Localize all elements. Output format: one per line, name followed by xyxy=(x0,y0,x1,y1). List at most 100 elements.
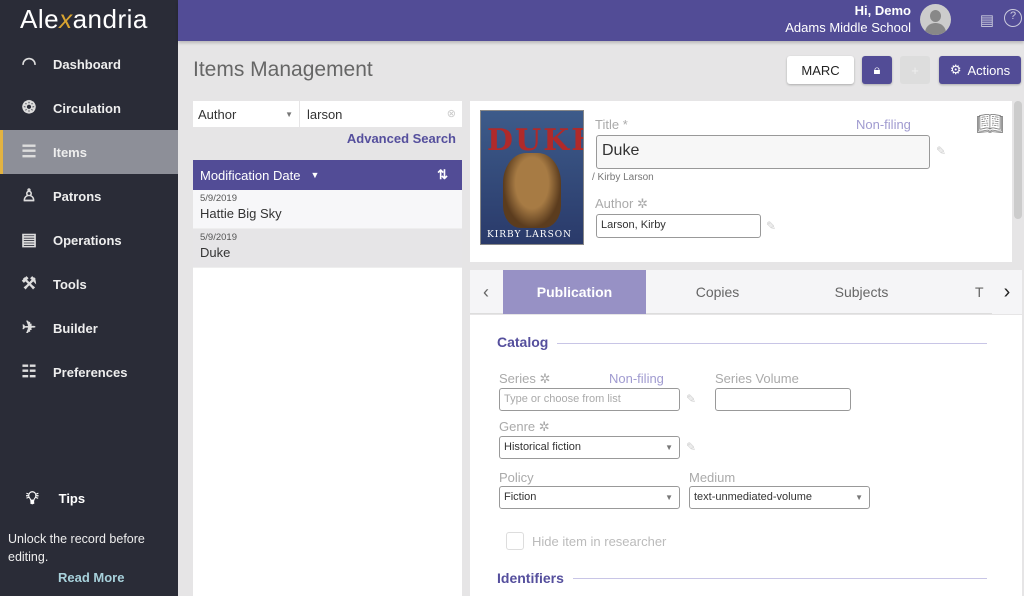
policy-select[interactable]: Fiction ▼ xyxy=(499,486,680,509)
sort-direction-icon[interactable]: ⇅ xyxy=(437,167,448,183)
item-title: Hattie Big Sky xyxy=(200,206,282,221)
user-greeting: Hi, Demo Adams Middle School xyxy=(785,3,911,35)
sliders-icon: ☷ xyxy=(21,362,37,381)
policy-value: Fiction xyxy=(504,491,537,503)
sidebar-item-tools[interactable]: ⚒ Tools xyxy=(0,262,178,306)
scrollbar[interactable] xyxy=(1014,101,1022,219)
plus-icon: + xyxy=(911,62,919,78)
genre-select[interactable]: Historical fiction ▼ xyxy=(499,436,680,459)
avatar[interactable] xyxy=(920,4,951,35)
sidebar-item-preferences[interactable]: ☷ Preferences xyxy=(0,350,178,394)
lightbulb-icon: 💡︎ xyxy=(26,488,39,508)
series-volume-label: Series Volume xyxy=(715,371,799,386)
sidebar-item-circulation[interactable]: ❂ Circulation xyxy=(0,86,178,130)
clear-icon[interactable]: ⊗ xyxy=(447,107,456,120)
tips-label: Tips xyxy=(58,491,86,506)
school-name: Adams Middle School xyxy=(785,20,911,35)
actions-button[interactable]: ⚙ Actions xyxy=(939,56,1021,84)
chevron-down-icon: ▼ xyxy=(665,443,673,452)
sidebar-item-label: Builder xyxy=(53,320,98,336)
author-label-text: Author xyxy=(595,196,634,211)
lock-button[interactable]: 🔒︎ xyxy=(862,56,892,84)
sidebar-item-patrons[interactable]: ♙ Patrons xyxy=(0,174,178,218)
author-input[interactable]: Larson, Kirby xyxy=(596,214,761,238)
sidebar-item-operations[interactable]: ▤ Operations xyxy=(0,218,178,262)
patrons-icon: ♙ xyxy=(21,186,37,205)
tip-text: Unlock the record before editing. xyxy=(8,532,145,564)
medium-label: Medium xyxy=(689,470,736,485)
sidebar-item-label: Items xyxy=(53,144,87,160)
chevron-down-icon: ▼ xyxy=(665,493,673,502)
sidebar-item-label: Preferences xyxy=(53,364,128,380)
help-icon[interactable]: ? xyxy=(1004,9,1022,27)
greeting-text: Hi, Demo xyxy=(854,3,911,18)
sidebar-item-label: Operations xyxy=(53,232,122,248)
identifiers-heading: Identifiers xyxy=(497,570,564,586)
item-date: 5/9/2019 xyxy=(200,232,237,243)
books-icon: ☰ xyxy=(21,142,37,161)
search-input[interactable]: larson ⊗ xyxy=(300,101,462,127)
hide-item-label: Hide item in researcher xyxy=(532,534,667,549)
sidebar-item-items[interactable]: ☰ Items xyxy=(0,130,178,174)
statement-of-responsibility: / Kirby Larson xyxy=(592,172,654,183)
sidebar-item-dashboard[interactable]: ◠ Dashboard xyxy=(0,42,178,86)
sort-header[interactable]: Modification Date ▼ ⇅ xyxy=(193,160,462,190)
title-input[interactable]: Duke xyxy=(596,135,930,169)
messages-icon[interactable]: ▤ xyxy=(980,11,994,29)
tab-subjects[interactable]: Subjects xyxy=(789,270,934,314)
rocket-icon: ✈ xyxy=(21,318,37,337)
author-label: Author ✲ xyxy=(595,196,648,212)
chevron-right-icon[interactable]: › xyxy=(992,270,1022,314)
add-button[interactable]: + xyxy=(900,56,930,84)
list-item[interactable]: 5/9/2019 Hattie Big Sky xyxy=(193,190,462,229)
policy-label: Policy xyxy=(499,470,534,485)
item-title: Duke xyxy=(200,245,231,260)
tab-publication[interactable]: Publication xyxy=(503,270,646,314)
chevron-down-icon: ▼ xyxy=(285,110,293,119)
asterisk-icon: ✲ xyxy=(539,371,551,386)
pencil-icon[interactable]: ✎ xyxy=(766,219,776,233)
genre-label-text: Genre xyxy=(499,419,536,434)
advanced-search-link[interactable]: Advanced Search xyxy=(347,131,456,146)
top-header: Hi, Demo Adams Middle School ▤ ? xyxy=(178,0,1024,41)
medium-value: text-unmediated-volume xyxy=(694,491,813,503)
results-list: Modification Date ▼ ⇅ 5/9/2019 Hattie Bi… xyxy=(193,160,462,596)
non-filing-link[interactable]: Non-filing xyxy=(856,117,911,132)
hide-item-checkbox[interactable] xyxy=(506,532,524,550)
pencil-icon[interactable]: ✎ xyxy=(936,144,946,158)
tips-heading: 💡︎ Tips xyxy=(26,488,85,509)
search-field-select[interactable]: Author ▼ xyxy=(193,101,299,127)
sidebar-item-label: Patrons xyxy=(53,188,102,204)
series-label: Series ✲ xyxy=(499,371,550,387)
gauge-icon: ◠ xyxy=(21,54,37,73)
genre-label: Genre ✲ xyxy=(499,419,550,435)
page-title: Items Management xyxy=(193,58,373,81)
catalog-heading: Catalog xyxy=(497,334,549,350)
series-non-filing-link[interactable]: Non-filing xyxy=(609,371,664,386)
asterisk-icon: ✲ xyxy=(538,419,550,434)
tab-copies[interactable]: Copies xyxy=(646,270,789,314)
series-volume-input[interactable] xyxy=(715,388,851,411)
medium-select[interactable]: text-unmediated-volume ▼ xyxy=(689,486,870,509)
actions-label: Actions xyxy=(967,62,1011,78)
pencil-icon[interactable]: ✎ xyxy=(686,440,696,454)
sidebar-item-builder[interactable]: ✈ Builder xyxy=(0,306,178,350)
marc-button[interactable]: MARC xyxy=(787,56,854,84)
publication-panel: Catalog Series ✲ Non-filing Type or choo… xyxy=(470,315,1022,596)
list-item[interactable]: 5/9/2019 Duke xyxy=(193,229,462,268)
sidebar-item-label: Circulation xyxy=(53,100,121,116)
series-input[interactable]: Type or choose from list xyxy=(499,388,680,411)
sidebar-item-label: Dashboard xyxy=(53,56,121,72)
cover-image: DUKEKIRBY LARSON xyxy=(480,110,584,245)
read-more-link[interactable]: Read More xyxy=(58,570,124,585)
circulation-icon: ❂ xyxy=(21,98,37,117)
toolbox-icon: ⚒ xyxy=(21,274,37,293)
divider xyxy=(557,343,987,344)
record-header: DUKEKIRBY LARSON Title * Non-filing Duke… xyxy=(470,101,1012,262)
chevron-left-icon[interactable]: ‹ xyxy=(470,270,502,314)
lock-icon: 🔒︎ xyxy=(873,62,881,77)
pencil-icon[interactable]: ✎ xyxy=(686,392,696,406)
chevron-down-icon[interactable]: ▼ xyxy=(310,170,319,180)
sidebar: Alexandria ◠ Dashboard ❂ Circulation ☰ Item… xyxy=(0,0,178,596)
sidebar-item-label: Tools xyxy=(53,276,87,292)
